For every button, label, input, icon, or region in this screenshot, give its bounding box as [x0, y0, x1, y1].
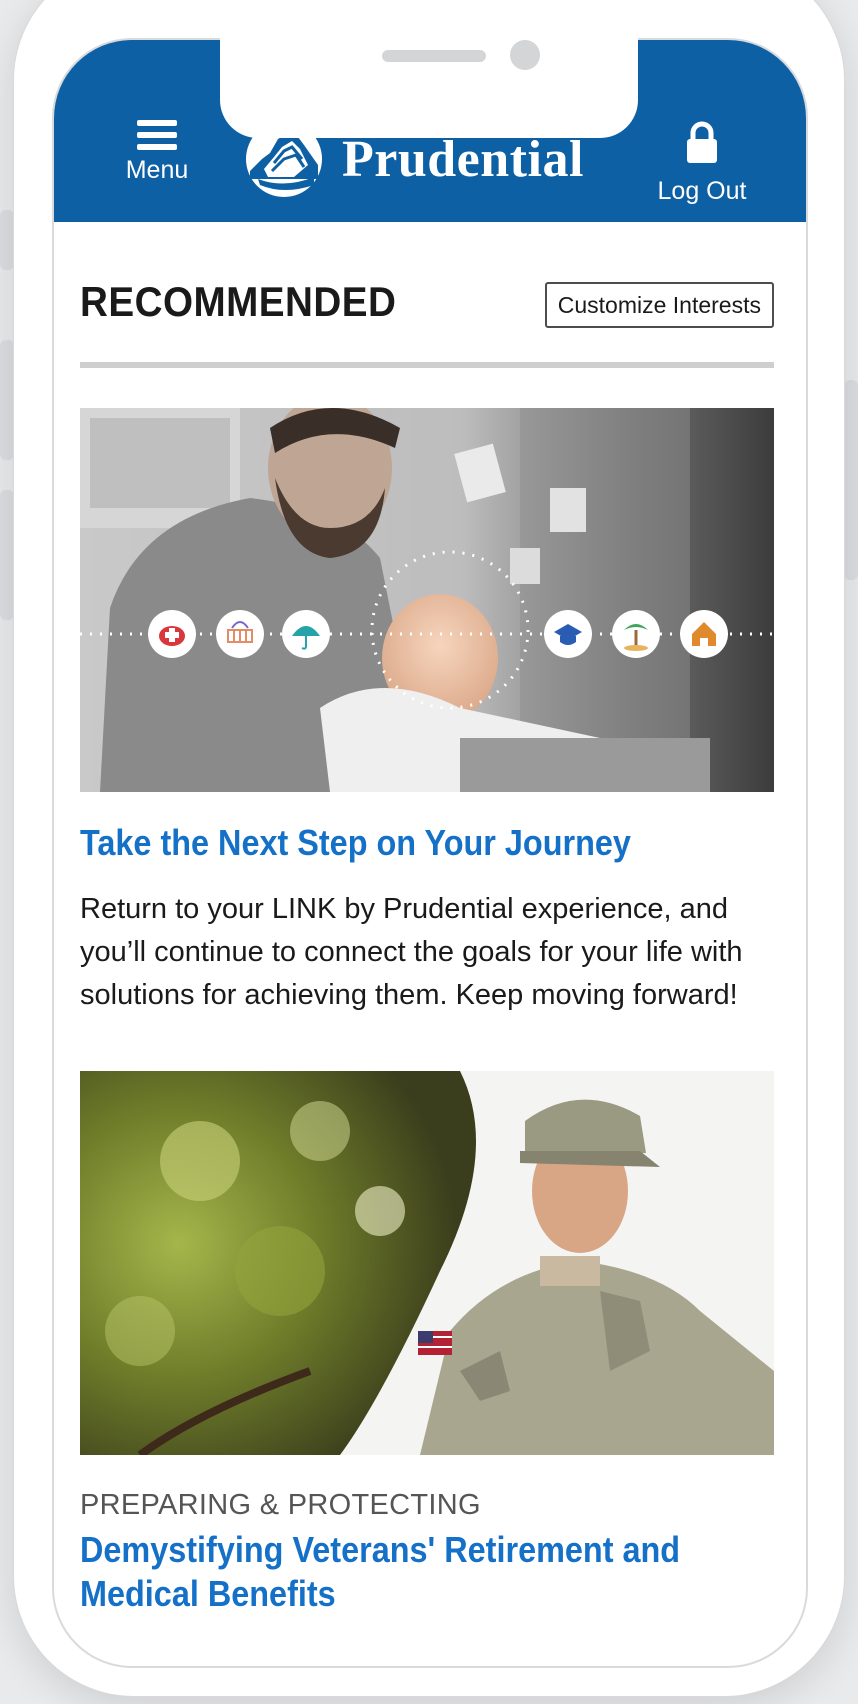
logout-button[interactable]: Log Out [642, 120, 762, 220]
father-with-baby-image[interactable] [80, 408, 774, 792]
soldier-image[interactable] [80, 1071, 774, 1455]
card-category: PREPARING & PROTECTING [80, 1489, 481, 1521]
recommended-header: RECOMMENDED Customize Interests [80, 222, 774, 362]
card-title-link[interactable]: Demystifying Veterans' Retirement and Me… [80, 1528, 782, 1616]
background-card [0, 490, 14, 620]
phone-screen: Menu Prudential Log Out RECOMMENDED Cust… [52, 38, 808, 1668]
menu-label: Menu [125, 156, 189, 184]
crib-icon [216, 610, 264, 658]
brand-wordmark: Prudential [342, 130, 584, 188]
phone-camera [510, 40, 540, 70]
palm-tree-icon [612, 610, 660, 658]
customize-interests-button[interactable]: Customize Interests [544, 282, 774, 328]
logout-label: Log Out [657, 177, 747, 205]
menu-button[interactable]: Menu [108, 120, 206, 220]
background-card [844, 380, 858, 580]
main-content: RECOMMENDED Customize Interests Take the… [80, 222, 774, 1616]
card-description: Return to your LINK by Prudential experi… [80, 893, 743, 1011]
background-card [0, 210, 14, 270]
graduation-cap-icon [544, 610, 592, 658]
house-icon [680, 610, 728, 658]
card-title-link[interactable]: Take the Next Step on Your Journey [80, 822, 705, 864]
piggy-bank-icon [148, 610, 196, 658]
phone-speaker [382, 50, 486, 62]
section-divider [80, 362, 774, 368]
lock-icon [687, 121, 717, 163]
background-card [0, 340, 14, 460]
hamburger-icon [137, 120, 177, 150]
section-title: RECOMMENDED [80, 278, 397, 325]
umbrella-icon [282, 610, 330, 658]
